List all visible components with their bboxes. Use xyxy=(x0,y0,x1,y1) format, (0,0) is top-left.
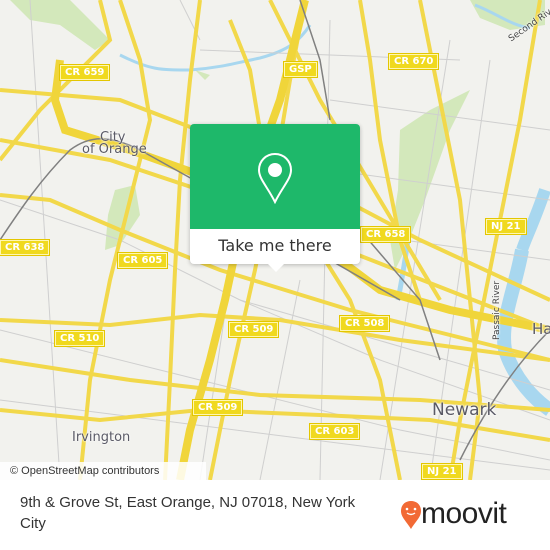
footer: 9th & Grove St, East Orange, NJ 07018, N… xyxy=(0,480,550,550)
route-shield: GSP xyxy=(284,62,317,77)
moovit-pin-icon xyxy=(401,501,421,529)
map-view[interactable]: CR 659 GSP CR 670 CR 638 CR 605 CR 658 N… xyxy=(0,0,550,480)
popup-pointer xyxy=(268,264,284,272)
route-shield: CR 605 xyxy=(118,253,168,268)
place-label-irvington: Irvington xyxy=(72,430,131,445)
route-shield: CR 659 xyxy=(60,65,110,80)
location-pin-icon xyxy=(257,152,293,204)
osm-attribution[interactable]: © OpenStreetMap contributors xyxy=(0,462,206,480)
place-label-harrison: Ha xyxy=(532,320,550,338)
route-shield: CR 670 xyxy=(389,54,439,69)
location-popup: Take me there xyxy=(190,124,360,272)
route-shield: CR 658 xyxy=(361,227,411,242)
place-label-newark: Newark xyxy=(432,400,497,420)
route-shield: CR 638 xyxy=(0,240,50,255)
place-label-city-of-orange-line2: of Orange xyxy=(82,142,147,157)
route-shield: CR 510 xyxy=(55,331,105,346)
route-shield: CR 603 xyxy=(310,424,360,439)
route-shield: CR 509 xyxy=(193,400,243,415)
route-shield: NJ 21 xyxy=(422,464,462,479)
address-text: 9th & Grove St, East Orange, NJ 07018, N… xyxy=(20,494,356,532)
waterway-label-passaic-river: Passaic River xyxy=(492,280,502,340)
route-shield: NJ 21 xyxy=(486,219,526,234)
route-shield: CR 509 xyxy=(229,322,279,337)
moovit-wordmark: moovit xyxy=(421,497,507,530)
route-shield: CR 508 xyxy=(340,316,390,331)
popup-header xyxy=(190,124,360,229)
take-me-there-button[interactable]: Take me there xyxy=(190,229,360,264)
